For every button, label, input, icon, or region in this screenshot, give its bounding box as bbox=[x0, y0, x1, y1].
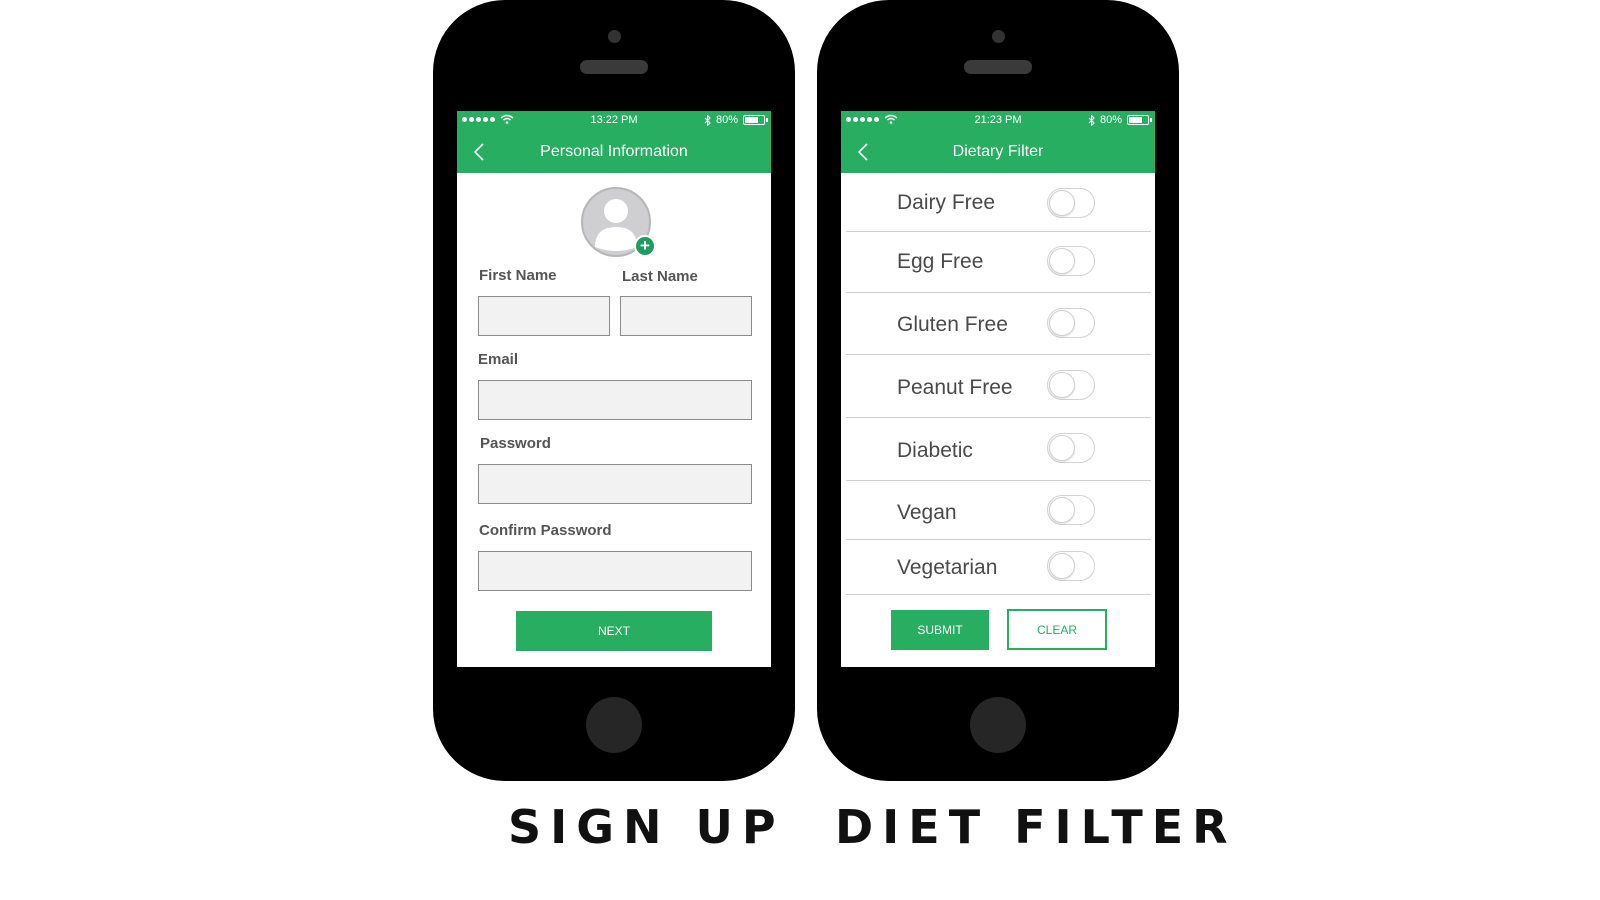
filter-row-dairy-free: Dairy Free bbox=[846, 173, 1151, 232]
bluetooth-icon bbox=[1088, 114, 1095, 126]
bluetooth-icon bbox=[704, 114, 711, 126]
next-button[interactable]: NEXT bbox=[516, 611, 712, 651]
confirm-password-input[interactable] bbox=[478, 551, 752, 591]
filter-row-diabetic: Diabetic bbox=[846, 418, 1151, 481]
filter-label: Vegan bbox=[897, 501, 957, 524]
filter-row-vegan: Vegan bbox=[846, 481, 1151, 540]
status-bar: 13:22 PM 80% bbox=[457, 111, 771, 131]
camera-icon bbox=[992, 30, 1005, 43]
toggle-knob bbox=[1049, 435, 1075, 461]
filter-label: Peanut Free bbox=[897, 376, 1013, 399]
diet-filter-caption: DIET FILTER bbox=[835, 800, 1237, 854]
camera-icon bbox=[608, 30, 621, 43]
battery-icon bbox=[743, 115, 768, 125]
filter-row-gluten-free: Gluten Free bbox=[846, 293, 1151, 355]
egg-free-toggle[interactable] bbox=[1047, 246, 1095, 276]
navigation-bar: Dietary Filter bbox=[841, 131, 1155, 173]
page-title: Dietary Filter bbox=[952, 143, 1044, 160]
last-name-label: Last Name bbox=[622, 268, 698, 285]
battery-percent: 80% bbox=[715, 114, 738, 126]
toggle-knob bbox=[1049, 310, 1075, 336]
first-name-input[interactable] bbox=[478, 296, 610, 336]
toggle-knob bbox=[1049, 372, 1075, 398]
email-label: Email bbox=[478, 351, 519, 368]
diabetic-toggle[interactable] bbox=[1047, 433, 1095, 463]
gluten-free-toggle[interactable] bbox=[1047, 308, 1095, 338]
diet-screen: 21:23 PM 80% Dietary Filter Dairy Free E… bbox=[841, 111, 1155, 667]
filter-row-egg-free: Egg Free bbox=[846, 232, 1151, 293]
battery-percent: 80% bbox=[1099, 114, 1122, 126]
toggle-knob bbox=[1049, 497, 1075, 523]
signup-caption: SIGN UP bbox=[508, 800, 785, 854]
filter-row-peanut-free: Peanut Free bbox=[846, 355, 1151, 418]
peanut-free-toggle[interactable] bbox=[1047, 370, 1095, 400]
diet-phone-frame: 21:23 PM 80% Dietary Filter Dairy Free E… bbox=[817, 0, 1179, 781]
toggle-knob bbox=[1049, 248, 1075, 274]
page-title: Personal Information bbox=[540, 143, 688, 160]
signup-screen: 13:22 PM 80% Personal Information + Firs… bbox=[457, 111, 771, 667]
dairy-free-toggle[interactable] bbox=[1047, 188, 1095, 218]
status-bar: 21:23 PM 80% bbox=[841, 111, 1155, 131]
battery-icon bbox=[1127, 115, 1152, 125]
speaker-grille bbox=[580, 60, 648, 74]
filter-row-vegetarian: Vegetarian bbox=[846, 540, 1151, 595]
password-label: Password bbox=[480, 435, 551, 452]
home-button[interactable] bbox=[586, 697, 642, 753]
confirm-password-label: Confirm Password bbox=[479, 522, 612, 539]
last-name-input[interactable] bbox=[620, 296, 752, 336]
navigation-bar: Personal Information bbox=[457, 131, 771, 173]
toggle-knob bbox=[1049, 190, 1075, 216]
password-input[interactable] bbox=[478, 464, 752, 504]
filter-label: Gluten Free bbox=[897, 313, 1008, 336]
add-photo-icon[interactable]: + bbox=[634, 235, 656, 257]
filter-label: Vegetarian bbox=[897, 556, 998, 579]
vegan-toggle[interactable] bbox=[1047, 495, 1095, 525]
speaker-grille bbox=[964, 60, 1032, 74]
toggle-knob bbox=[1049, 553, 1075, 579]
filter-label: Egg Free bbox=[897, 250, 984, 273]
first-name-label: First Name bbox=[479, 267, 557, 284]
submit-button[interactable]: SUBMIT bbox=[891, 610, 989, 650]
vegetarian-toggle[interactable] bbox=[1047, 551, 1095, 581]
filter-label: Dairy Free bbox=[897, 191, 996, 214]
clear-button[interactable]: CLEAR bbox=[1007, 609, 1107, 650]
home-button[interactable] bbox=[970, 697, 1026, 753]
filter-label: Diabetic bbox=[897, 439, 973, 462]
email-input[interactable] bbox=[478, 380, 752, 420]
signup-phone-frame: 13:22 PM 80% Personal Information + Firs… bbox=[433, 0, 795, 781]
